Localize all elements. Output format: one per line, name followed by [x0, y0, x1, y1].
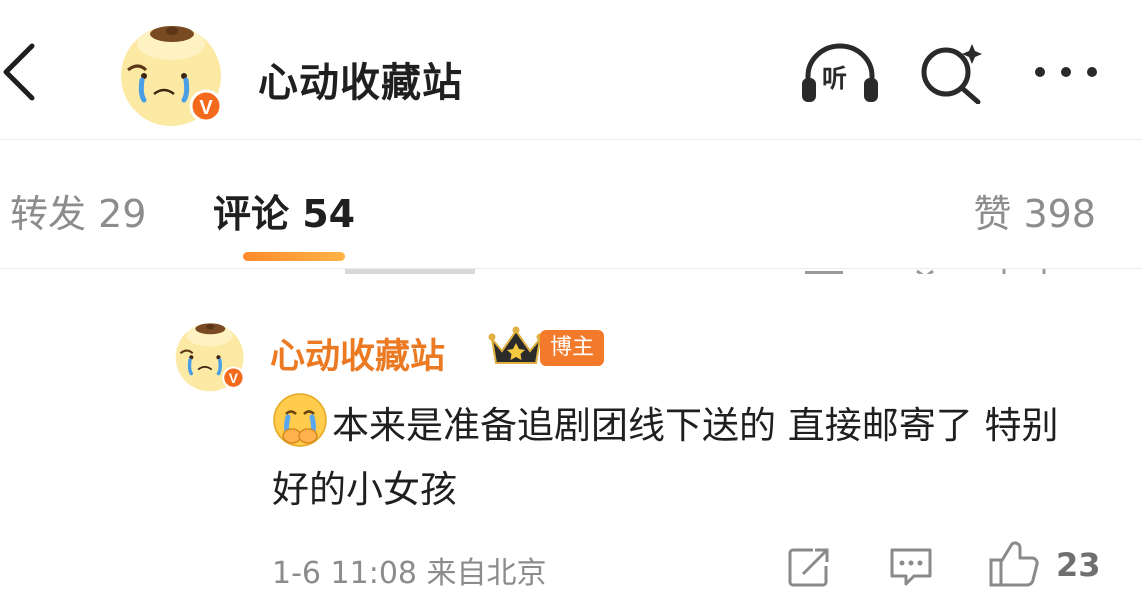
- search-icon: [921, 44, 982, 105]
- crown-icon: [488, 325, 544, 369]
- search-button[interactable]: [916, 40, 988, 105]
- tab-comment[interactable]: 评论 54: [213, 183, 355, 238]
- share-icon: [788, 548, 829, 587]
- chevron-left-icon: [3, 43, 35, 101]
- more-button[interactable]: [1030, 62, 1102, 82]
- comment-text: 本来是准备追剧团线下送的 直接邮寄了 特别好的小女孩: [272, 404, 1059, 511]
- listen-label: 听: [822, 64, 848, 93]
- more-icon: [1035, 67, 1097, 77]
- comment-meta: 1-6 11:08 来自北京: [272, 548, 547, 592]
- comment-body: 本来是准备追剧团线下送的 直接邮寄了 特别好的小女孩: [272, 392, 1092, 522]
- avatar[interactable]: V: [120, 24, 226, 130]
- crying-emoji-icon: [272, 392, 328, 448]
- comment-avatar[interactable]: V: [175, 322, 247, 394]
- back-button[interactable]: [0, 40, 48, 104]
- scrolled-off-icon: [1002, 264, 1046, 274]
- role-badge: 博主: [540, 330, 605, 366]
- active-tab-indicator: [243, 252, 345, 261]
- tab-like[interactable]: 赞 398: [973, 183, 1096, 238]
- comment-icon: [890, 548, 932, 586]
- divider: [0, 268, 1142, 269]
- verified-mark: V: [199, 97, 213, 119]
- tab-forward[interactable]: 转发 29: [10, 183, 146, 238]
- share-button[interactable]: [787, 546, 833, 588]
- comment-location: 来自北京: [426, 556, 547, 591]
- thumbs-up-icon: [989, 541, 1039, 587]
- scrolled-off-icon: [805, 264, 845, 274]
- reply-button[interactable]: [888, 546, 934, 588]
- like-button[interactable]: [988, 540, 1040, 588]
- verified-mark: V: [229, 371, 238, 386]
- comment-time: 1-6 11:08: [272, 556, 417, 591]
- scrolled-off-content: [345, 264, 475, 274]
- page-title: 心动收藏站: [258, 60, 463, 106]
- top-bar: V 心动收藏站 听: [0, 0, 1142, 140]
- scrolled-off-icon: [915, 264, 935, 274]
- comment-author[interactable]: 心动收藏站: [270, 328, 445, 379]
- like-count: 23: [1056, 546, 1101, 584]
